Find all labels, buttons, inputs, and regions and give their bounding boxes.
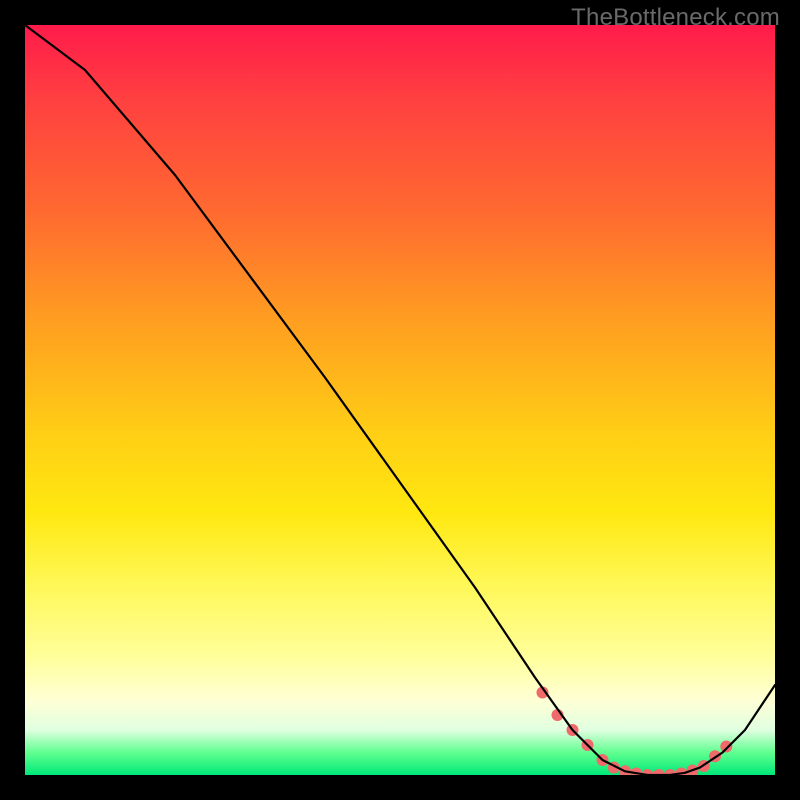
bottleneck-curve <box>25 25 775 775</box>
highlight-dot <box>537 687 549 699</box>
highlight-dot <box>630 768 642 776</box>
chart-container: { "watermark": "TheBottleneck.com", "cha… <box>0 0 800 800</box>
plot-area <box>25 25 775 775</box>
highlight-dot <box>720 741 732 753</box>
highlight-dot <box>709 750 721 762</box>
highlight-dot <box>552 709 564 721</box>
highlight-dot <box>653 769 665 775</box>
bottleneck-line-chart <box>25 25 775 775</box>
watermark-text: TheBottleneck.com <box>571 4 780 32</box>
highlight-dot <box>698 760 710 772</box>
highlight-dot <box>608 762 620 774</box>
highlight-dot <box>582 739 594 751</box>
highlight-dot <box>664 769 676 775</box>
highlight-dot <box>687 765 699 776</box>
highlight-dot <box>642 769 654 775</box>
highlight-dot <box>567 724 579 736</box>
highlight-dot <box>619 765 631 775</box>
marker-layer <box>537 687 733 776</box>
highlight-dot <box>597 754 609 766</box>
highlight-dot <box>675 768 687 776</box>
